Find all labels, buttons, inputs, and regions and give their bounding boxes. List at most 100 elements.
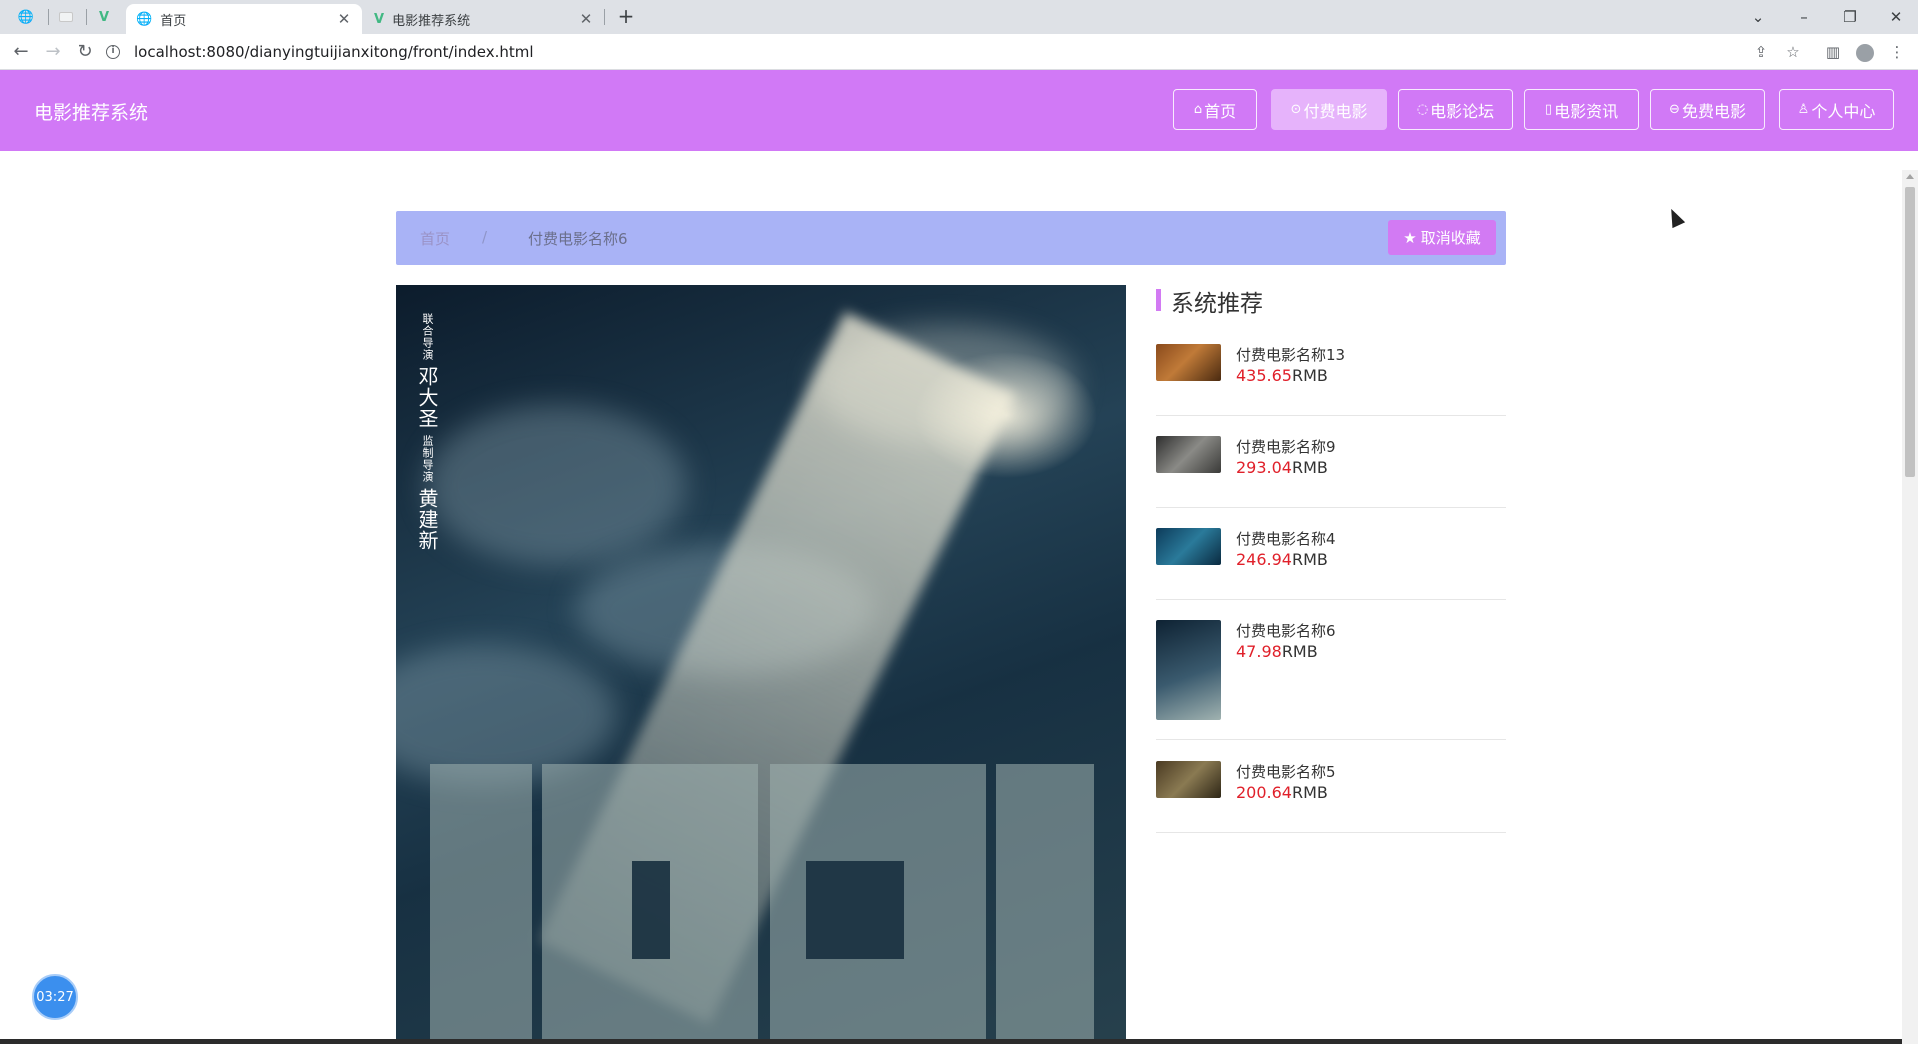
recommend-item-name[interactable]: 付费电影名称13 (1236, 344, 1345, 365)
film-reel-icon: ⊙ (1290, 102, 1302, 117)
tab-search-chevron-icon[interactable]: ⌄ (1740, 4, 1776, 30)
recommend-item-price-row: 200.64RMB (1236, 783, 1328, 802)
scroll-up-arrow-icon[interactable] (1906, 174, 1914, 179)
nav-label: 免费电影 (1681, 101, 1746, 121)
bookmark-star-icon[interactable]: ☆ (1782, 41, 1804, 63)
tab-movie-system[interactable]: V 电影推荐系统 ✕ (364, 4, 604, 34)
poster-cloud (426, 405, 686, 565)
poster-credits: 联合导演 邓大圣 监制导演 黄建新 (415, 313, 439, 552)
nav-label: 电影论坛 (1430, 101, 1495, 121)
poster-letter-hole (806, 861, 904, 959)
close-icon[interactable]: ✕ (578, 10, 594, 28)
side-panel-icon[interactable]: ▥ (1822, 41, 1844, 63)
window-close-button[interactable]: ✕ (1878, 4, 1914, 30)
browser-tab-bar: 🌐 V 🌐 首页 ✕ V 电影推荐系统 ✕ + ⌄ – ❐ ✕ (0, 0, 1918, 34)
poster-letter-hole (632, 861, 670, 959)
scrollbar-thumb[interactable] (1905, 187, 1915, 477)
poster-letter-block (996, 764, 1094, 1044)
recommend-item-price: 435.65 (1236, 366, 1292, 385)
browser-menu-icon[interactable]: ⋮ (1886, 41, 1908, 63)
nav-label: 电影资讯 (1554, 101, 1619, 121)
recommend-item-price-row: 435.65RMB (1236, 366, 1328, 385)
profile-avatar-icon[interactable] (1854, 41, 1876, 63)
tab-separator (86, 9, 87, 25)
recommend-item-price-row: 47.98RMB (1236, 642, 1318, 661)
nav-free-movies[interactable]: ⊖ 免费电影 (1650, 89, 1765, 130)
globe-icon[interactable]: 🌐 (12, 6, 40, 28)
minimize-button[interactable]: – (1786, 4, 1822, 30)
nav-label: 首页 (1204, 101, 1237, 121)
recommend-item[interactable]: 付费电影名称13 435.65RMB (1156, 344, 1506, 416)
recommend-item-name[interactable]: 付费电影名称4 (1236, 528, 1336, 549)
recommend-item[interactable]: 付费电影名称9 293.04RMB (1156, 436, 1506, 508)
currency-label: RMB (1281, 642, 1318, 661)
cancel-favorite-label: 取消收藏 (1420, 229, 1481, 247)
breadcrumb: 首页 / 付费电影名称6 ★ 取消收藏 (396, 211, 1506, 265)
mouse-cursor-icon (1664, 205, 1686, 229)
browser-address-bar: ← → ↻ i localhost:8080/dianyingtuijianxi… (0, 34, 1918, 70)
forward-arrow-icon[interactable]: → (40, 39, 66, 65)
nav-user-center[interactable]: ♙ 个人中心 (1779, 89, 1894, 130)
movie-thumbnail[interactable] (1156, 344, 1221, 381)
globe-icon: 🌐 (136, 11, 153, 27)
breadcrumb-home-link[interactable]: 首页 (420, 228, 450, 249)
tab-home[interactable]: 🌐 首页 ✕ (126, 4, 362, 34)
movie-thumbnail[interactable] (1156, 620, 1221, 720)
poster-credit-text: 黄建新 (415, 488, 439, 552)
recommend-title-accent (1156, 289, 1161, 311)
recommend-item-price: 293.04 (1236, 458, 1292, 477)
star-icon: ★ (1403, 228, 1417, 247)
news-icon: ▯ (1544, 102, 1553, 117)
url-text[interactable]: localhost:8080/dianyingtuijianxitong/fro… (134, 43, 534, 61)
recommend-item[interactable]: 付费电影名称4 246.94RMB (1156, 528, 1506, 600)
currency-label: RMB (1291, 550, 1328, 569)
url-omnibox[interactable]: i localhost:8080/dianyingtuijianxitong/f… (106, 38, 1806, 66)
reload-icon[interactable]: ↻ (72, 39, 98, 65)
nav-home[interactable]: ⌂ 首页 (1173, 89, 1257, 130)
nav-label: 个人中心 (1811, 101, 1876, 121)
currency-label: RMB (1291, 366, 1328, 385)
movie-thumbnail[interactable] (1156, 436, 1221, 473)
back-arrow-icon[interactable]: ← (8, 39, 34, 65)
currency-label: RMB (1291, 783, 1328, 802)
poster-credit-text: 监制导演 (421, 434, 434, 483)
tab-title: 首页 (160, 13, 187, 29)
movie-thumbnail[interactable] (1156, 761, 1221, 798)
tab-title: 电影推荐系统 (392, 13, 471, 29)
blank-page-icon[interactable] (52, 6, 80, 28)
site-header: 电影推荐系统 ⌂ 首页 ⊙ 付费电影 ◌ 电影论坛 ▯ 电影资讯 ⊖ 免费电影 … (0, 70, 1918, 151)
timer-badge[interactable]: 03:27 (32, 974, 78, 1020)
recommend-item[interactable]: 付费电影名称6 47.98RMB (1156, 620, 1506, 740)
site-title: 电影推荐系统 (34, 102, 149, 124)
recommend-item-name[interactable]: 付费电影名称6 (1236, 620, 1336, 641)
poster-letter-block (430, 764, 532, 1044)
cancel-favorite-button[interactable]: ★ 取消收藏 (1388, 220, 1496, 255)
tab-separator (48, 9, 49, 25)
recommend-item-price: 47.98 (1236, 642, 1282, 661)
nav-label: 付费电影 (1303, 101, 1368, 121)
restore-button[interactable]: ❐ (1832, 4, 1868, 30)
tab-separator (604, 9, 605, 25)
vue-logo-icon: V (374, 11, 385, 27)
breadcrumb-separator: / (482, 228, 488, 246)
recommend-item[interactable]: 付费电影名称5 200.64RMB (1156, 761, 1506, 833)
nav-forum[interactable]: ◌ 电影论坛 (1398, 89, 1513, 130)
nav-paid-movies[interactable]: ⊙ 付费电影 (1271, 89, 1387, 130)
nav-news[interactable]: ▯ 电影资讯 (1524, 89, 1639, 130)
ticket-icon: ⊖ (1669, 102, 1680, 117)
recommend-item-name[interactable]: 付费电影名称5 (1236, 761, 1336, 782)
currency-label: RMB (1291, 458, 1328, 477)
movie-poster: 联合导演 邓大圣 监制导演 黄建新 (396, 285, 1126, 1044)
recommend-item-price: 246.94 (1236, 550, 1292, 569)
site-info-icon[interactable]: i (106, 45, 120, 59)
forum-bubble-icon: ◌ (1416, 102, 1429, 117)
close-icon[interactable]: ✕ (336, 10, 352, 28)
new-tab-button[interactable]: + (614, 6, 638, 28)
bottom-edge-strip (0, 1039, 1902, 1044)
movie-thumbnail[interactable] (1156, 528, 1221, 565)
vue-logo-icon[interactable]: V (90, 6, 118, 28)
recommend-item-name[interactable]: 付费电影名称9 (1236, 436, 1336, 457)
breadcrumb-current: 付费电影名称6 (528, 230, 628, 248)
share-icon[interactable]: ⇪ (1750, 41, 1772, 63)
recommend-title: 系统推荐 (1171, 291, 1263, 317)
